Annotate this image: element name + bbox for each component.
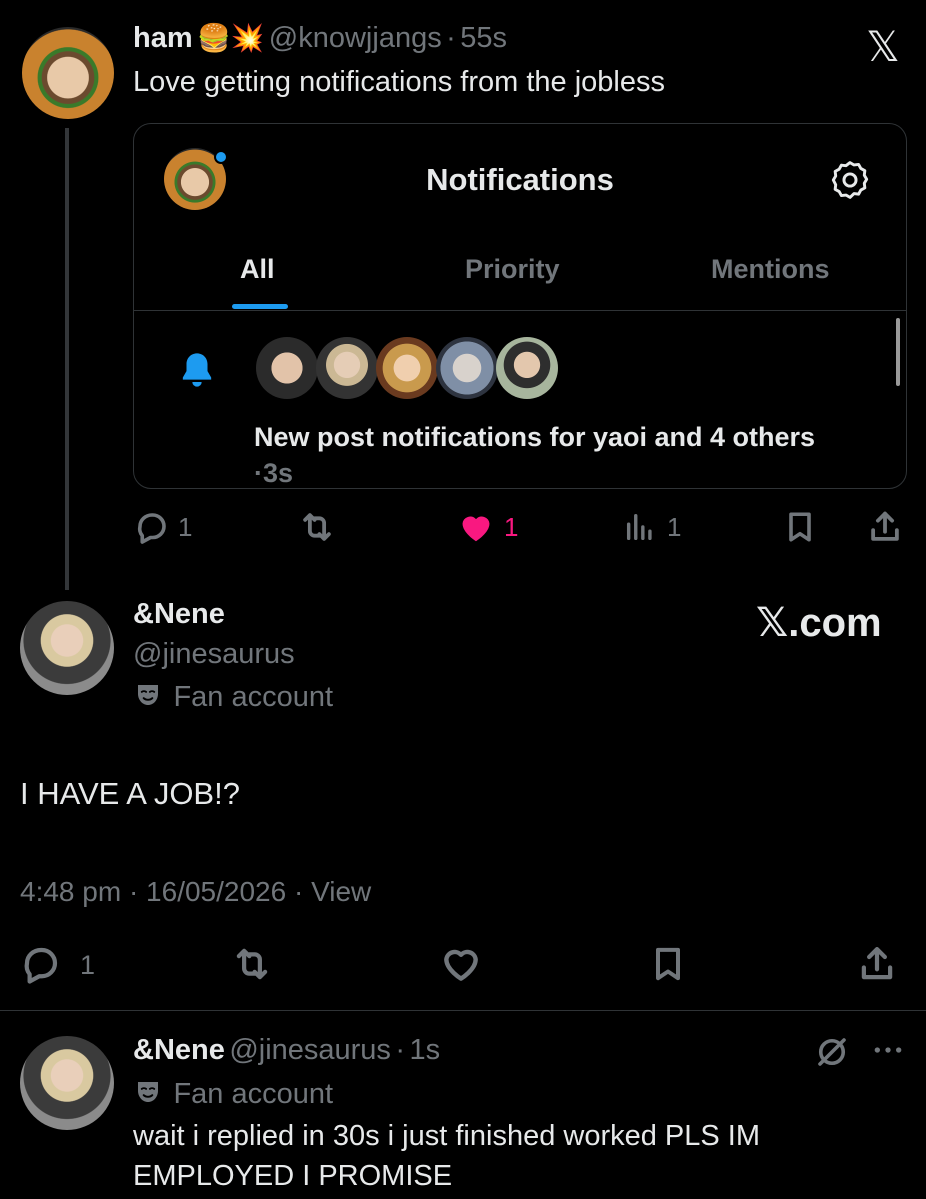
- retweet-icon[interactable]: [297, 508, 337, 546]
- fan-account-text: Fan account: [173, 1078, 334, 1110]
- tweet3-header: &Nene @jinesaurus · 1s: [133, 1034, 440, 1067]
- notification-text: New post notifications for yaoi and 4 ot…: [254, 422, 816, 452]
- reply-count: 1: [178, 512, 193, 542]
- notif-avatar-1: [256, 337, 318, 399]
- avatar-nene[interactable]: [20, 601, 114, 695]
- share-icon[interactable]: [856, 942, 898, 986]
- heart-filled-icon[interactable]: [456, 508, 496, 546]
- reply-icon[interactable]: [134, 509, 170, 545]
- watermark: 𝕏.com: [756, 601, 882, 645]
- grok-icon[interactable]: [814, 1034, 850, 1070]
- thread-line: [65, 128, 69, 590]
- name-emojis: 🍔💥: [197, 23, 265, 53]
- tweet2-meta: 4:48 pm · 16/05/2026 · View: [20, 876, 371, 908]
- bookmark-icon[interactable]: [648, 942, 688, 986]
- reply-count: 1: [80, 950, 96, 980]
- meta-divider: [0, 932, 926, 933]
- settings-gear-icon: [831, 161, 869, 199]
- reply-icon[interactable]: [20, 943, 62, 985]
- views-count: 1: [667, 512, 682, 542]
- tab-all: All: [240, 254, 275, 284]
- views-icon[interactable]: [622, 510, 658, 544]
- notifications-card-image[interactable]: Notifications All Priority Mentions New …: [133, 123, 907, 489]
- notification-time: ·3s: [254, 458, 294, 488]
- display-name[interactable]: &Nene: [133, 1034, 225, 1066]
- x-logo: 𝕏: [866, 23, 900, 70]
- post-timestamp: 4:48 pm · 16/05/2026 ·: [20, 876, 312, 907]
- tab-all-indicator: [232, 304, 288, 309]
- tabs-divider: [134, 310, 906, 311]
- handle[interactable]: @jinesaurus: [133, 638, 295, 671]
- share-icon[interactable]: [866, 508, 904, 546]
- tweet-divider: [0, 1010, 926, 1011]
- fan-account-label: Fan account: [133, 1077, 333, 1111]
- timestamp[interactable]: 55s: [460, 22, 507, 54]
- bookmark-icon[interactable]: [782, 508, 818, 546]
- like-count: 1: [504, 512, 519, 542]
- tweet3-text-line2: EMPLOYED I PROMISE: [133, 1160, 453, 1192]
- notif-avatar-2: [316, 337, 378, 399]
- notif-avatar-5: [496, 337, 558, 399]
- handle[interactable]: @knowjjangs: [269, 22, 442, 54]
- bell-icon: [182, 353, 212, 387]
- fan-account-label: Fan account: [133, 680, 333, 714]
- display-name[interactable]: ham: [133, 22, 193, 54]
- fan-account-text: Fan account: [173, 681, 334, 713]
- display-name[interactable]: &Nene: [133, 598, 225, 631]
- separator: ·: [446, 22, 456, 54]
- mask-icon: [138, 685, 158, 705]
- tab-mentions: Mentions: [711, 254, 830, 284]
- more-options-icon[interactable]: [872, 1040, 904, 1060]
- card-title: Notifications: [426, 162, 614, 197]
- notif-avatar-4: [436, 337, 498, 399]
- heart-icon[interactable]: [438, 942, 484, 986]
- notif-avatar-3: [376, 337, 438, 399]
- avatar-nene-reply[interactable]: [20, 1036, 114, 1130]
- handle[interactable]: @jinesaurus: [229, 1034, 391, 1066]
- avatar-ham[interactable]: [22, 27, 114, 119]
- retweet-icon[interactable]: [229, 943, 275, 985]
- mask-icon: [138, 1082, 158, 1102]
- tweet1-header: ham 🍔💥 @knowjjangs · 55s: [133, 22, 507, 55]
- tweet2-text: I HAVE A JOB!?: [20, 776, 240, 811]
- view-link[interactable]: View: [311, 876, 371, 907]
- tweet3-text-line1: wait i replied in 30s i just finished wo…: [133, 1120, 761, 1152]
- timestamp[interactable]: 1s: [410, 1034, 441, 1066]
- tab-priority: Priority: [465, 254, 560, 284]
- separator: ·: [395, 1034, 406, 1066]
- tweet1-text: Love getting notifications from the jobl…: [133, 66, 665, 98]
- scrollbar: [896, 318, 900, 386]
